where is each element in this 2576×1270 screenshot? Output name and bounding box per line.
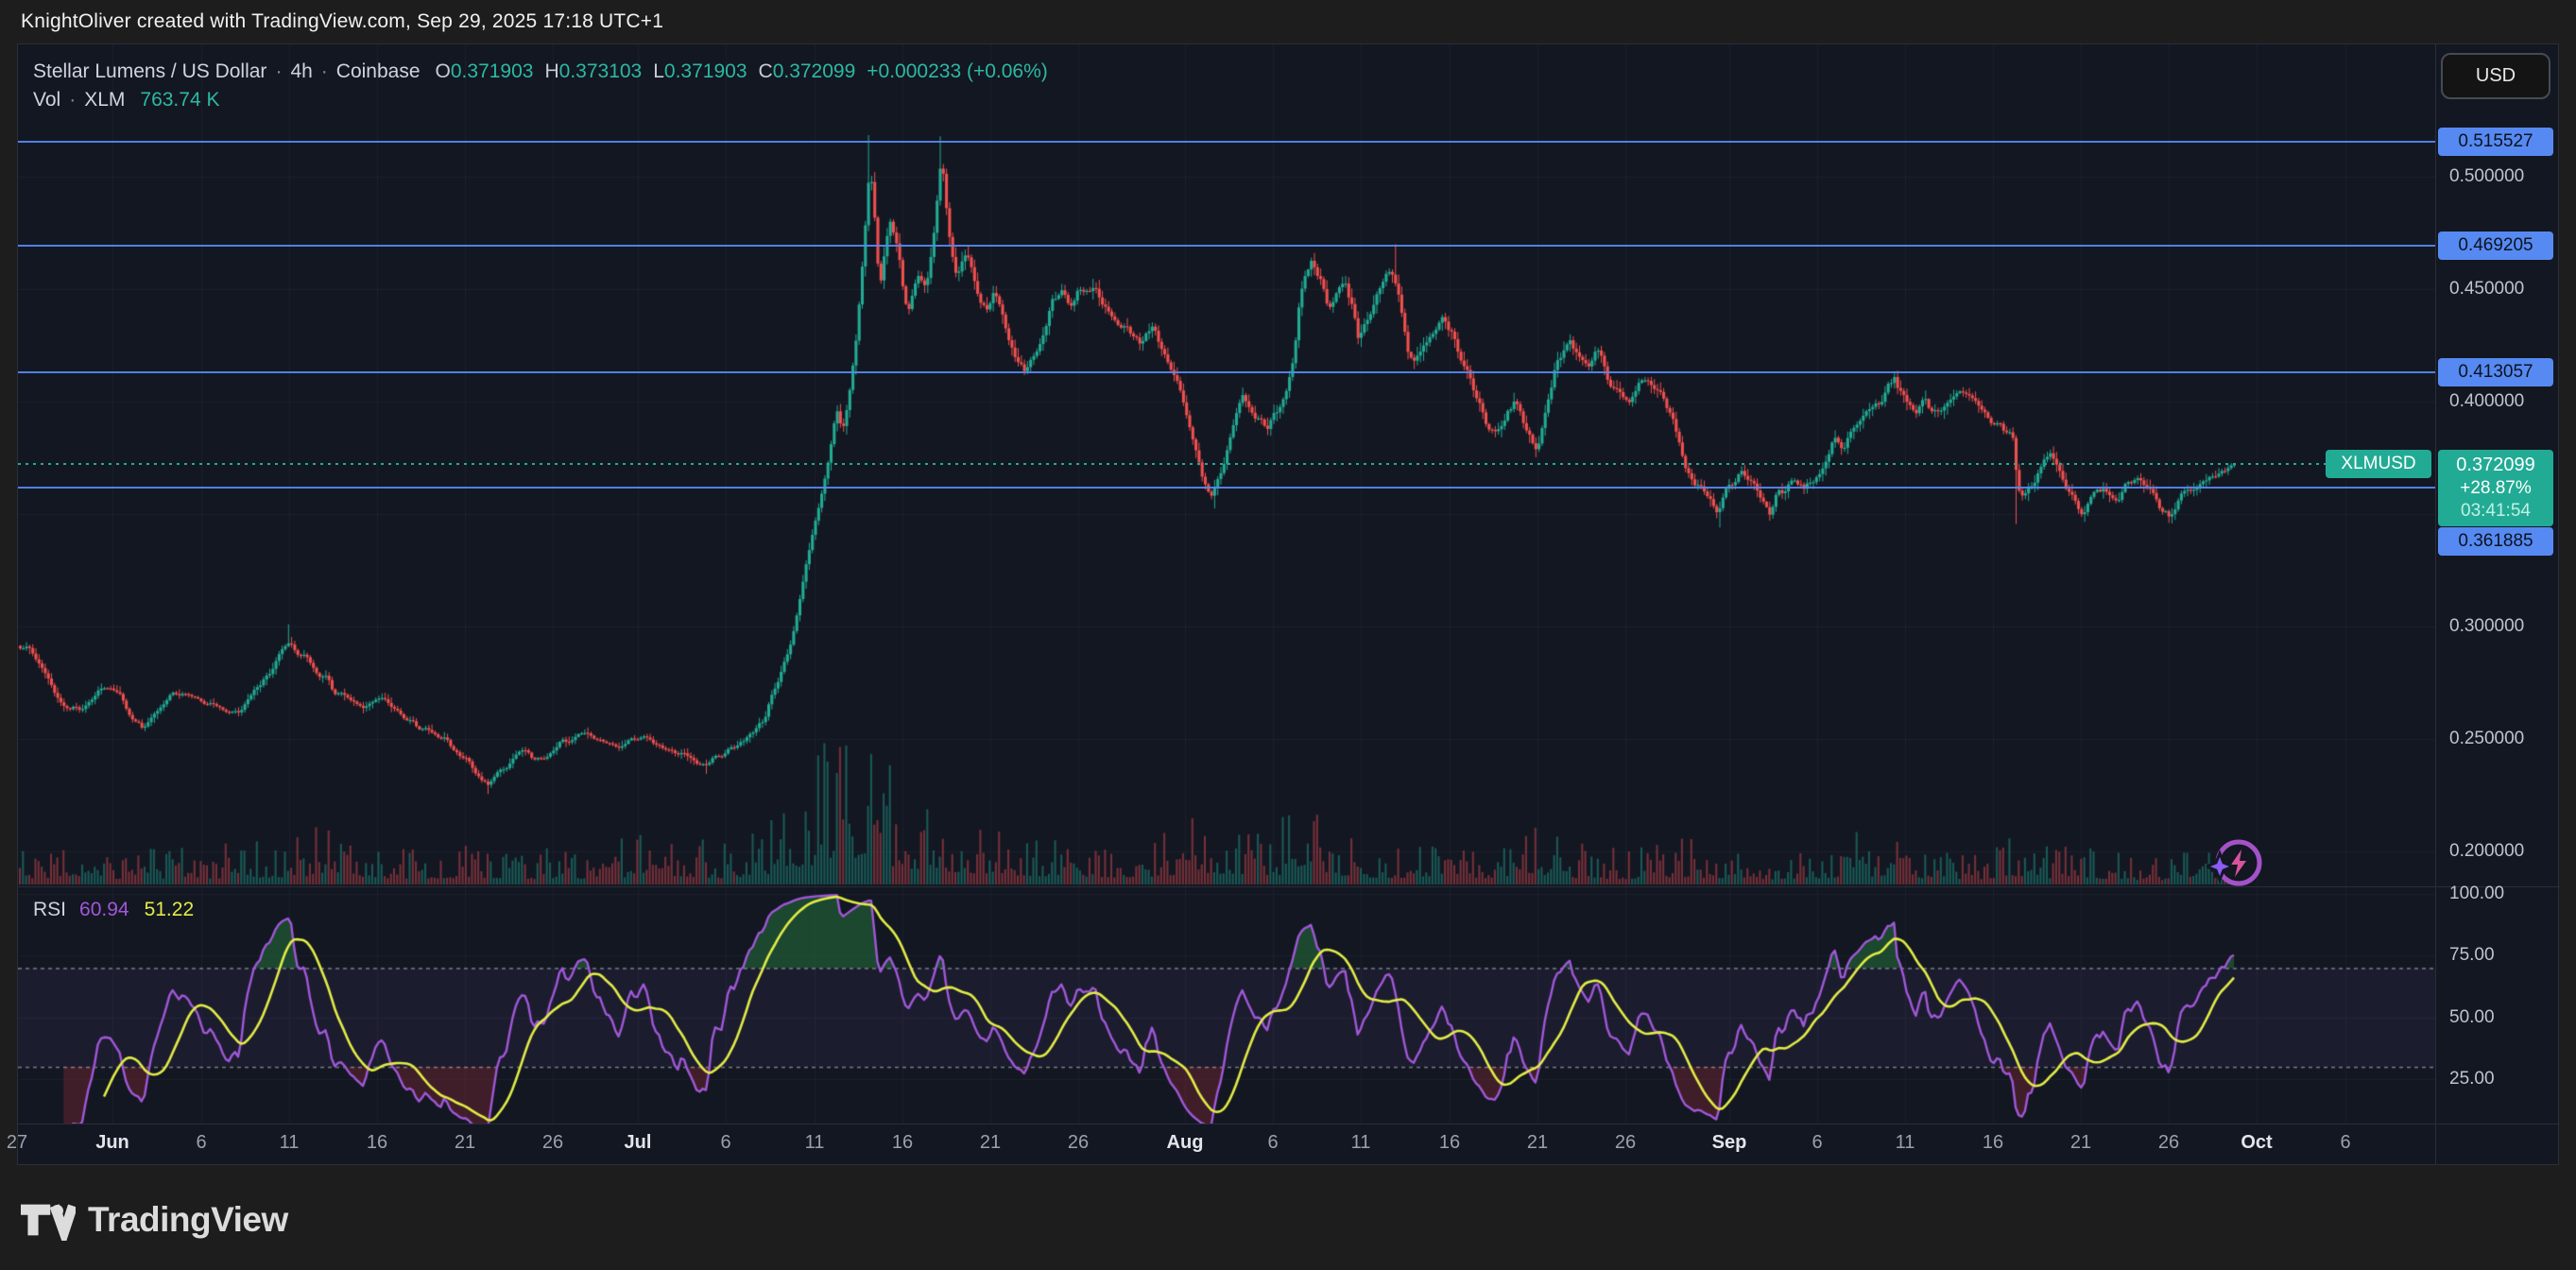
snapshot-attribution-bar: KnightOliver created with TradingView.co… bbox=[0, 0, 2576, 43]
volume-label: Vol bbox=[33, 89, 60, 112]
price-scale-label: 0.400000 bbox=[2449, 389, 2524, 414]
high-value: 0.373103 bbox=[559, 60, 643, 82]
price-scale-label: 0.450000 bbox=[2449, 277, 2524, 301]
symbol-legend-row[interactable]: Stellar Lumens / US Dollar · 4h · Coinba… bbox=[33, 58, 1048, 86]
time-axis-label: 16 bbox=[1439, 1132, 1460, 1154]
interval-label[interactable]: 4h bbox=[290, 60, 312, 83]
time-axis-label: 26 bbox=[1068, 1132, 1089, 1154]
price-scale-label: 0.300000 bbox=[2449, 614, 2524, 639]
time-axis-label: 26 bbox=[542, 1132, 563, 1154]
volume-value: 763.74 K bbox=[140, 89, 219, 112]
open-label: O bbox=[436, 60, 451, 82]
level-price-badge: 0.469205 bbox=[2438, 232, 2553, 260]
lightning-boost-icon[interactable] bbox=[2207, 838, 2265, 893]
time-axis-label: 16 bbox=[892, 1132, 913, 1154]
level-badge-361885: 0.361885 bbox=[2438, 527, 2553, 556]
time-axis-label: 6 bbox=[1812, 1132, 1822, 1154]
time-axis-label: 6 bbox=[720, 1132, 730, 1154]
time-axis-label: 16 bbox=[367, 1132, 387, 1154]
time-axis-label: Oct bbox=[2241, 1132, 2272, 1154]
horizontal-level-line[interactable] bbox=[18, 245, 2435, 247]
chart-plot-area[interactable]: XLMUSD Stellar Lumens / US Dollar · 4h ·… bbox=[18, 44, 2435, 1124]
tradingview-logo-text: TradingView bbox=[88, 1200, 288, 1240]
time-axis-label: 27 bbox=[7, 1132, 27, 1154]
low-value: 0.371903 bbox=[664, 60, 747, 82]
time-axis-label: 11 bbox=[805, 1132, 825, 1154]
chart-widget: XLMUSD Stellar Lumens / US Dollar · 4h ·… bbox=[17, 43, 2559, 1165]
time-axis-label: 21 bbox=[2070, 1132, 2091, 1154]
time-axis-label: 21 bbox=[980, 1132, 1001, 1154]
symbol-legend[interactable]: Stellar Lumens / US Dollar · 4h · Coinba… bbox=[33, 58, 1048, 114]
high-label: H bbox=[544, 60, 558, 82]
attribution-text: KnightOliver created with TradingView.co… bbox=[21, 10, 663, 33]
rsi-label: RSI bbox=[33, 899, 66, 921]
footer-bar: TradingView bbox=[0, 1165, 2576, 1270]
rsi-scale-label: 100.00 bbox=[2449, 882, 2504, 906]
price-scale-label: 0.500000 bbox=[2449, 164, 2524, 189]
legend-separator: · bbox=[275, 60, 282, 83]
low-label: L bbox=[653, 60, 664, 82]
last-price-line bbox=[18, 463, 2329, 465]
change-value: +0.000233 (+0.06%) bbox=[867, 60, 1047, 83]
time-axis-label: 21 bbox=[455, 1132, 475, 1154]
time-axis-label: 6 bbox=[196, 1132, 206, 1154]
symbol-price-label: XLMUSD bbox=[2326, 450, 2431, 478]
time-axis-label: Jul bbox=[625, 1132, 652, 1154]
time-axis-label: Sep bbox=[1712, 1132, 1747, 1154]
time-axis-label: 6 bbox=[1267, 1132, 1278, 1154]
currency-toggle-button[interactable]: USD bbox=[2441, 53, 2550, 99]
time-axis[interactable]: 27Jun611162126Jul611162126Aug611162126Se… bbox=[18, 1124, 2435, 1166]
time-axis-label: 6 bbox=[2340, 1132, 2350, 1154]
time-axis-label: Aug bbox=[1167, 1132, 1204, 1154]
rsi-value: 60.94 bbox=[79, 899, 129, 921]
level-price-badge: 0.515527 bbox=[2438, 128, 2553, 156]
rsi-scale-label: 25.00 bbox=[2449, 1067, 2495, 1091]
rsi-scale-label: 50.00 bbox=[2449, 1005, 2495, 1030]
pane-separator[interactable] bbox=[18, 886, 2560, 887]
time-axis-label: 16 bbox=[1983, 1132, 2003, 1154]
price-chart-canvas[interactable] bbox=[18, 44, 2435, 1124]
horizontal-level-line[interactable] bbox=[18, 141, 2435, 143]
time-axis-label: 26 bbox=[2158, 1132, 2179, 1154]
last-price-badge: 0.372099 +28.87% 03:41:54 bbox=[2438, 450, 2553, 526]
price-scale-label: 0.200000 bbox=[2449, 839, 2524, 864]
horizontal-level-line[interactable] bbox=[18, 487, 2435, 489]
volume-unit: XLM bbox=[84, 89, 125, 112]
time-axis-label: 26 bbox=[1615, 1132, 1636, 1154]
price-scale[interactable]: 0.500000 0.450000 0.400000 0.300000 0.250000… bbox=[2436, 44, 2560, 1124]
time-axis-label: 11 bbox=[280, 1132, 300, 1154]
horizontal-level-line[interactable] bbox=[18, 371, 2435, 373]
exchange-label[interactable]: Coinbase bbox=[336, 60, 421, 83]
rsi-legend-row[interactable]: RSI 60.94 51.22 bbox=[33, 896, 194, 924]
tradingview-logo[interactable]: TradingView bbox=[21, 1199, 288, 1241]
level-price-badge: 0.413057 bbox=[2438, 358, 2553, 386]
change-percent: +28.87% bbox=[2438, 477, 2553, 500]
legend-separator: · bbox=[69, 89, 76, 112]
rsi-ma-value: 51.22 bbox=[145, 899, 195, 921]
close-label: C bbox=[759, 60, 773, 82]
time-axis-label: 11 bbox=[1351, 1132, 1371, 1154]
rsi-scale-label: 75.00 bbox=[2449, 943, 2495, 968]
time-axis-label: Jun bbox=[95, 1132, 129, 1154]
symbol-title[interactable]: Stellar Lumens / US Dollar bbox=[33, 60, 266, 83]
legend-separator: · bbox=[321, 60, 328, 83]
tradingview-logo-icon bbox=[21, 1199, 76, 1241]
volume-legend-row[interactable]: Vol · XLM 763.74 K bbox=[33, 86, 1048, 114]
last-price-value: 0.372099 bbox=[2438, 453, 2553, 477]
bar-countdown: 03:41:54 bbox=[2438, 500, 2553, 523]
time-axis-label: 11 bbox=[1896, 1132, 1915, 1154]
ohlc-values: O0.371903 H0.373103 L0.371903 C0.372099 … bbox=[436, 60, 1048, 83]
time-axis-label: 21 bbox=[1527, 1132, 1548, 1154]
price-scale-label: 0.250000 bbox=[2449, 727, 2524, 751]
close-value: 0.372099 bbox=[773, 60, 856, 82]
open-value: 0.371903 bbox=[451, 60, 534, 82]
